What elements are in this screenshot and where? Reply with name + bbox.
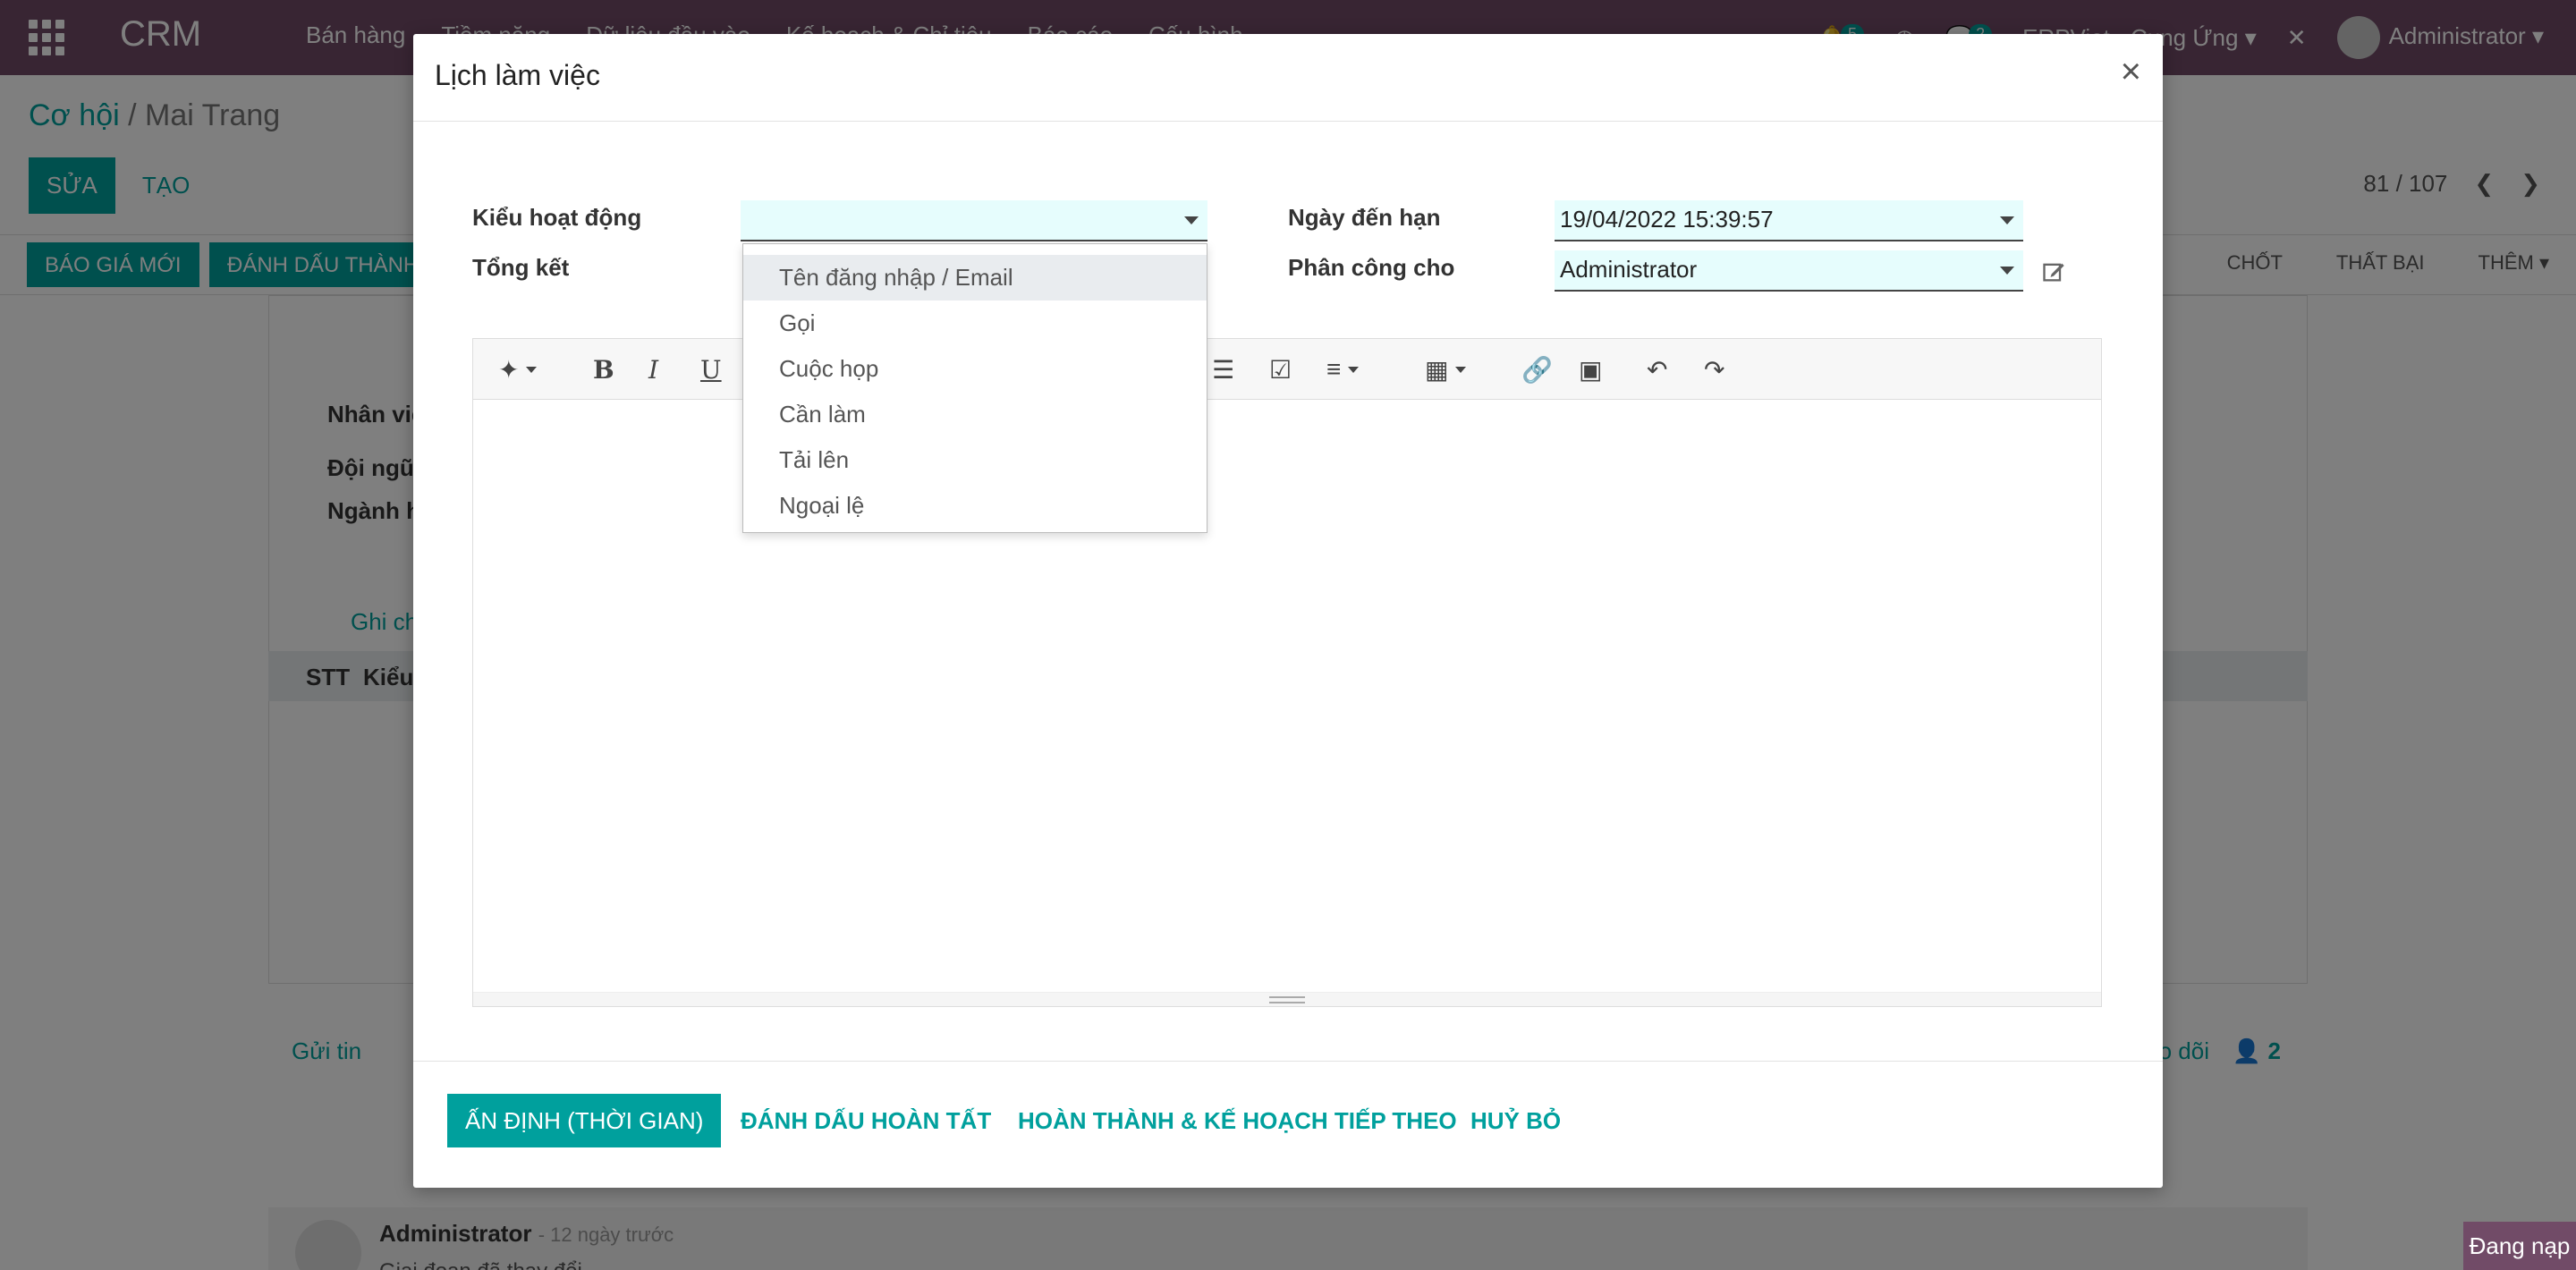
due-date-input[interactable]: 19/04/2022 15:39:57 xyxy=(1555,200,2023,241)
table-icon[interactable]: ▦ xyxy=(1425,353,1467,385)
redo-icon[interactable]: ↷ xyxy=(1704,353,1724,385)
due-date-label: Ngày đến hạn xyxy=(1288,204,1441,231)
magic-wand-icon[interactable]: ✦ xyxy=(498,353,538,385)
external-edit-icon[interactable] xyxy=(2041,259,2066,284)
editor-resize-handle[interactable] xyxy=(473,992,2101,1006)
italic-icon[interactable]: I xyxy=(648,353,658,385)
option-login-email[interactable]: Tên đăng nhập / Email xyxy=(743,255,1207,301)
option-call[interactable]: Gọi xyxy=(743,301,1207,346)
link-icon[interactable]: 🔗 xyxy=(1521,353,1553,385)
mark-done-button[interactable]: ĐÁNH DẤU HOÀN TẤT xyxy=(741,1094,991,1147)
schedule-button[interactable]: ẤN ĐỊNH (THỜI GIAN) xyxy=(447,1094,722,1147)
ordered-list-icon[interactable]: ☰ xyxy=(1212,353,1234,385)
assigned-to-select[interactable]: Administrator xyxy=(1555,250,2023,292)
loading-indicator: Đang nạp xyxy=(2463,1222,2576,1270)
bold-icon[interactable]: B xyxy=(593,353,614,385)
close-icon[interactable]: × xyxy=(2121,54,2141,89)
option-exception[interactable]: Ngoại lệ xyxy=(743,483,1207,529)
activity-type-dropdown: Tên đăng nhập / Email Gọi Cuộc họp Cần l… xyxy=(742,243,1208,533)
activity-type-label: Kiểu hoạt động xyxy=(472,204,642,231)
modal-header: Lịch làm việc × xyxy=(413,34,2163,122)
done-schedule-next-button[interactable]: HOÀN THÀNH & KẾ HOẠCH TIẾP THEO xyxy=(1018,1094,1457,1147)
checklist-icon[interactable]: ☑ xyxy=(1269,353,1292,385)
editor-toolbar: ✦ B I U ☰ ☑ ≡ ▦ 🔗 ▣ ↶ ↷ xyxy=(473,339,2101,400)
note-editor[interactable]: ✦ B I U ☰ ☑ ≡ ▦ 🔗 ▣ ↶ ↷ xyxy=(472,338,2102,1007)
option-meeting[interactable]: Cuộc họp xyxy=(743,346,1207,392)
chevron-down-icon[interactable] xyxy=(1184,216,1199,224)
option-upload[interactable]: Tải lên xyxy=(743,437,1207,483)
chevron-down-icon[interactable] xyxy=(2000,216,2014,224)
chevron-down-icon[interactable] xyxy=(2000,267,2014,275)
activity-type-select[interactable] xyxy=(741,200,1208,241)
image-icon[interactable]: ▣ xyxy=(1579,353,1602,385)
underline-icon[interactable]: U xyxy=(700,353,722,385)
summary-label: Tổng kết xyxy=(472,254,570,281)
schedule-activity-dialog: Lịch làm việc × Kiểu hoạt động Tổng kết … xyxy=(413,34,2163,1188)
undo-icon[interactable]: ↶ xyxy=(1647,353,1667,385)
option-todo[interactable]: Cần làm xyxy=(743,392,1207,437)
modal-footer: ẤN ĐỊNH (THỜI GIAN) ĐÁNH DẤU HOÀN TẤT HO… xyxy=(413,1061,2163,1188)
assigned-to-label: Phân công cho xyxy=(1288,254,1455,281)
cancel-button[interactable]: HUỶ BỎ xyxy=(1470,1094,1561,1147)
modal-title: Lịch làm việc xyxy=(435,59,600,91)
align-icon[interactable]: ≡ xyxy=(1326,353,1360,385)
